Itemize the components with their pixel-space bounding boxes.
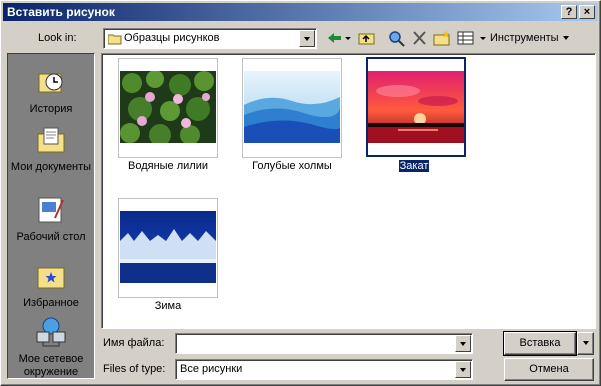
back-arrow-icon[interactable] xyxy=(325,29,345,47)
close-button[interactable]: × xyxy=(579,5,595,19)
place-history[interactable]: История xyxy=(8,66,94,116)
chevron-down-icon xyxy=(582,341,589,346)
file-name: Водяные лилии xyxy=(127,160,208,172)
file-thumbnail-water-lilies[interactable] xyxy=(118,58,218,158)
file-thumbnail-sunset[interactable] xyxy=(366,57,466,157)
views-icon[interactable] xyxy=(456,29,476,47)
place-label: Избранное xyxy=(23,297,79,309)
places-bar: История Мои документы Рабочий стол Избра… xyxy=(7,53,95,379)
water-lilies-image xyxy=(120,71,216,143)
filename-label: Имя файла: xyxy=(103,337,165,349)
blue-hills-image xyxy=(244,71,340,143)
chevron-down-icon xyxy=(460,368,466,372)
winter-image xyxy=(120,211,216,283)
sunset-image xyxy=(368,71,464,143)
desktop-icon xyxy=(38,197,64,223)
cancel-button[interactable]: Отмена xyxy=(504,358,594,381)
file-caption[interactable]: Голубые холмы xyxy=(230,160,354,172)
my-documents-icon xyxy=(37,127,65,153)
filetype-select[interactable]: Все рисунки xyxy=(175,359,473,380)
tools-menu[interactable]: Инструменты xyxy=(490,32,570,44)
chevron-down-icon xyxy=(460,342,466,346)
place-label: Рабочий стол xyxy=(16,231,86,243)
dialog-title: Вставить рисунок xyxy=(7,5,115,19)
look-in-value: Образцы рисунков xyxy=(124,32,220,44)
filetype-dropdown-button[interactable] xyxy=(455,361,471,378)
up-folder-icon[interactable] xyxy=(357,29,377,47)
insert-button[interactable]: Вставка xyxy=(503,331,577,356)
file-thumbnail-winter[interactable] xyxy=(118,198,218,298)
help-button[interactable]: ? xyxy=(561,5,577,19)
favorites-icon xyxy=(37,267,65,289)
filetype-value: Все рисунки xyxy=(180,363,243,375)
title-bar[interactable]: Вставить рисунок ? × xyxy=(3,3,598,21)
tools-label: Инструменты xyxy=(490,32,559,44)
place-label: Мои документы xyxy=(10,161,92,173)
file-list[interactable]: Водяные лилии Голубые холмы Закат Зима xyxy=(101,53,596,329)
look-in-label: Look in: xyxy=(38,32,77,44)
back-dropdown-icon[interactable] xyxy=(343,29,353,47)
folder-icon xyxy=(108,34,122,45)
search-web-icon[interactable] xyxy=(387,29,407,47)
place-label: История xyxy=(29,103,73,115)
chevron-down-icon xyxy=(562,36,569,41)
delete-icon[interactable] xyxy=(410,29,430,47)
filename-dropdown-button[interactable] xyxy=(455,335,471,352)
file-name: Зима xyxy=(154,300,182,312)
chevron-down-icon xyxy=(304,37,310,41)
network-places-icon xyxy=(36,317,66,347)
filetype-label: Files of type: xyxy=(103,363,166,375)
filename-input[interactable] xyxy=(175,333,473,354)
look-in-combo[interactable]: Образцы рисунков xyxy=(103,28,317,49)
file-name: Голубые холмы xyxy=(252,160,332,172)
file-caption-selected[interactable]: Закат xyxy=(352,159,476,173)
insert-options-button[interactable] xyxy=(577,332,594,355)
file-name: Закат xyxy=(397,159,431,173)
file-caption[interactable]: Зима xyxy=(106,300,230,312)
file-caption[interactable]: Водяные лилии xyxy=(106,160,230,172)
place-network[interactable]: Мое сетевое окружение xyxy=(8,316,94,379)
insert-picture-dialog: Вставить рисунок ? × Look in: Образцы ри… xyxy=(0,0,601,386)
place-label: Мое сетевое окружение xyxy=(18,353,84,378)
place-desktop[interactable]: Рабочий стол xyxy=(8,194,94,244)
look-in-dropdown-button[interactable] xyxy=(299,30,315,47)
place-my-documents[interactable]: Мои документы xyxy=(8,124,94,174)
file-thumbnail-blue-hills[interactable] xyxy=(242,58,342,158)
views-dropdown-icon[interactable] xyxy=(478,29,488,47)
history-icon xyxy=(38,73,63,93)
place-favorites[interactable]: Избранное xyxy=(8,260,94,310)
new-folder-icon[interactable] xyxy=(432,29,452,47)
